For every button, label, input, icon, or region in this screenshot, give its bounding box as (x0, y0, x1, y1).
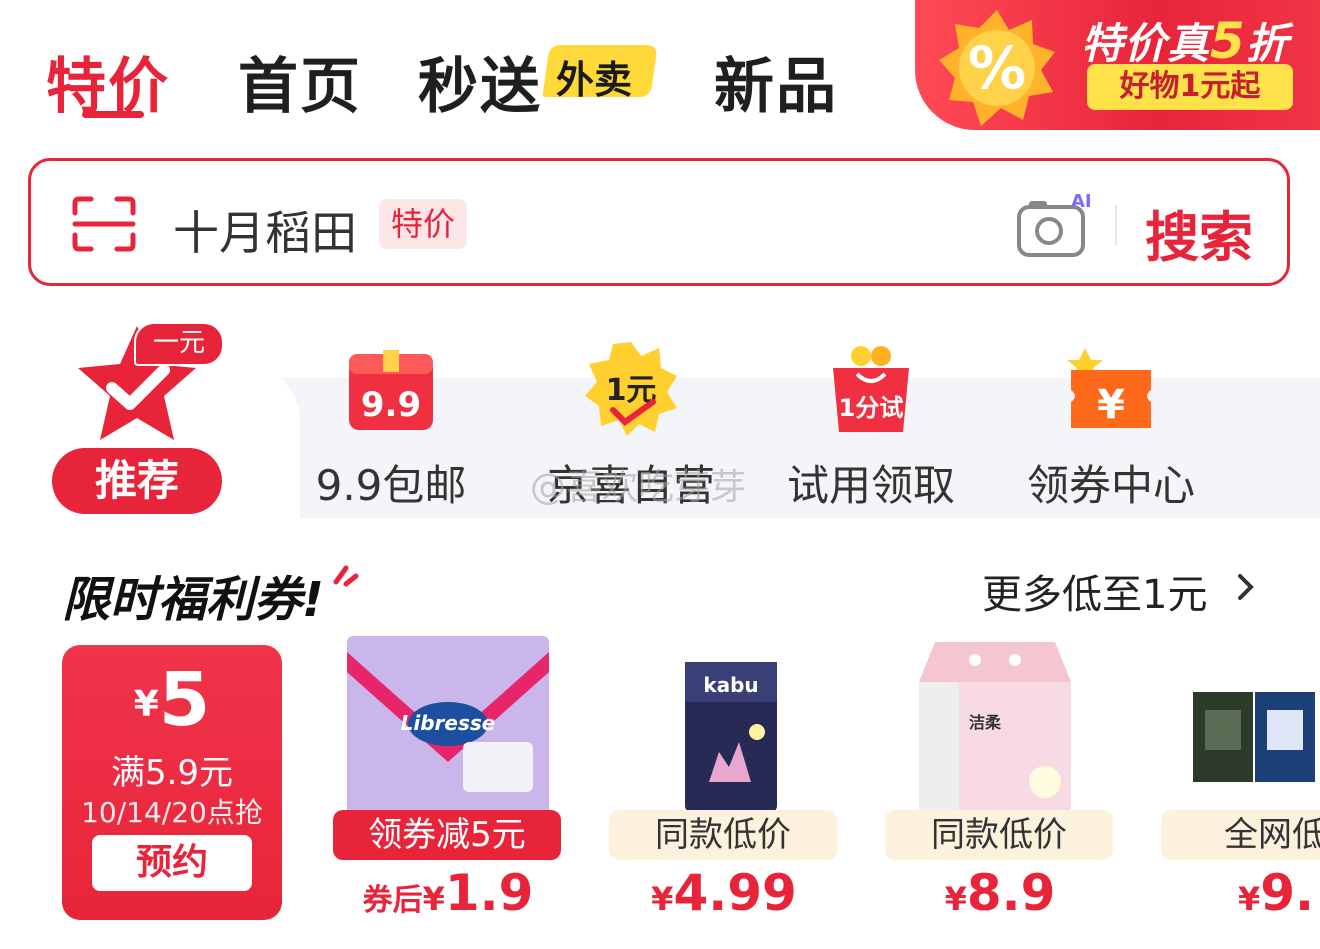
percent-burst-icon: % (939, 10, 1055, 126)
ai-camera-icon[interactable]: AI (1015, 191, 1091, 259)
coupon-amount: ¥5 (133, 657, 211, 743)
gift-box-99-icon: 9.9 (349, 350, 433, 430)
coupon-yen-icon: ¥ (1067, 348, 1151, 428)
product-price: ¥4.99 (651, 864, 797, 922)
product-price: ¥8.9 (944, 864, 1056, 922)
tab-home[interactable]: 首页 (238, 38, 362, 125)
product-card[interactable]: Libresse 领券减5元 券后¥1.9 (333, 632, 563, 932)
product-tag: 同款低价 (609, 810, 837, 860)
category-label: 领券中心 (1026, 461, 1195, 510)
watermark: @喜欢吃芽芽 (530, 467, 747, 508)
search-special-tag: 特价 (379, 199, 467, 249)
takeout-badge: 外卖 (556, 58, 633, 102)
category-label: 9.9包邮 (315, 461, 467, 510)
category-trial[interactable]: 1分试 试用领取 (786, 340, 956, 510)
category-jingxi-self-run[interactable]: 1元 京喜自营 (546, 340, 716, 510)
svg-text:AI: AI (1071, 191, 1091, 212)
promo-banner[interactable]: % 特价真5折 好物1元起 (915, 0, 1320, 130)
search-bar[interactable]: 十月稻田 特价 AI 搜索 (28, 158, 1290, 286)
svg-text:Libresse: Libresse (401, 711, 496, 735)
product-tag: 全网低 (1161, 810, 1320, 860)
product-card[interactable]: 全网低 ¥9. (1161, 632, 1320, 932)
section-title: 限时福利券! (62, 572, 324, 628)
search-divider (1115, 205, 1117, 245)
spark-icon (333, 565, 359, 587)
scan-icon[interactable] (71, 195, 137, 253)
product-price: ¥9. (1237, 864, 1315, 922)
promo-subtitle: 好物1元起 (1087, 64, 1293, 110)
svg-text:kabu: kabu (703, 673, 758, 697)
coupon-card[interactable]: ¥5 满5.9元 10/14/20点抢 预约 (62, 645, 282, 920)
coupon-condition: 满5.9元 (110, 753, 234, 793)
product-image-jierou: 洁柔 (919, 642, 1071, 812)
recommend-badge: 一元 (134, 322, 224, 366)
search-input[interactable]: 十月稻田 (173, 197, 357, 263)
category-recommend[interactable]: 推荐 (52, 448, 222, 514)
product-card[interactable]: 洁柔 同款低价 ¥8.9 (885, 632, 1115, 932)
tab-instant-delivery[interactable]: 秒送 (418, 38, 542, 125)
promo-title: 特价真5折 (1081, 12, 1289, 70)
reserve-button[interactable]: 预约 (92, 835, 252, 891)
product-tag: 领券减5元 (333, 810, 561, 860)
chevron-right-icon[interactable] (1236, 572, 1256, 602)
svg-text:9.9: 9.9 (361, 385, 421, 425)
product-image-partial (1193, 692, 1315, 782)
product-card[interactable]: kabu 同款低价 ¥4.99 (609, 632, 839, 932)
svg-text:¥: ¥ (1097, 382, 1125, 428)
category-coupon-center[interactable]: ¥ 领券中心 (1026, 340, 1196, 510)
product-tag: 同款低价 (885, 810, 1113, 860)
coupon-time: 10/14/20点抢 (81, 796, 263, 829)
one-yuan-burst-icon: 1元 (585, 342, 677, 436)
more-link[interactable]: 更多低至1元 (982, 562, 1207, 620)
svg-text:洁柔: 洁柔 (969, 713, 1002, 732)
product-image-kabu: kabu (685, 662, 777, 812)
category-label: 试用领取 (786, 461, 955, 510)
product-image-libresse: Libresse (347, 636, 549, 818)
category-9-9-free-shipping[interactable]: 9.9 9.9包邮 (306, 340, 476, 510)
svg-text:%: % (968, 34, 1026, 102)
product-price: 券后¥1.9 (362, 864, 534, 922)
tab-new-products[interactable]: 新品 (714, 38, 838, 125)
active-tab-indicator (82, 111, 144, 118)
shopping-bag-trial-icon: 1分试 (833, 346, 909, 432)
search-button[interactable]: 搜索 (1145, 193, 1253, 272)
svg-text:1分试: 1分试 (839, 394, 904, 422)
